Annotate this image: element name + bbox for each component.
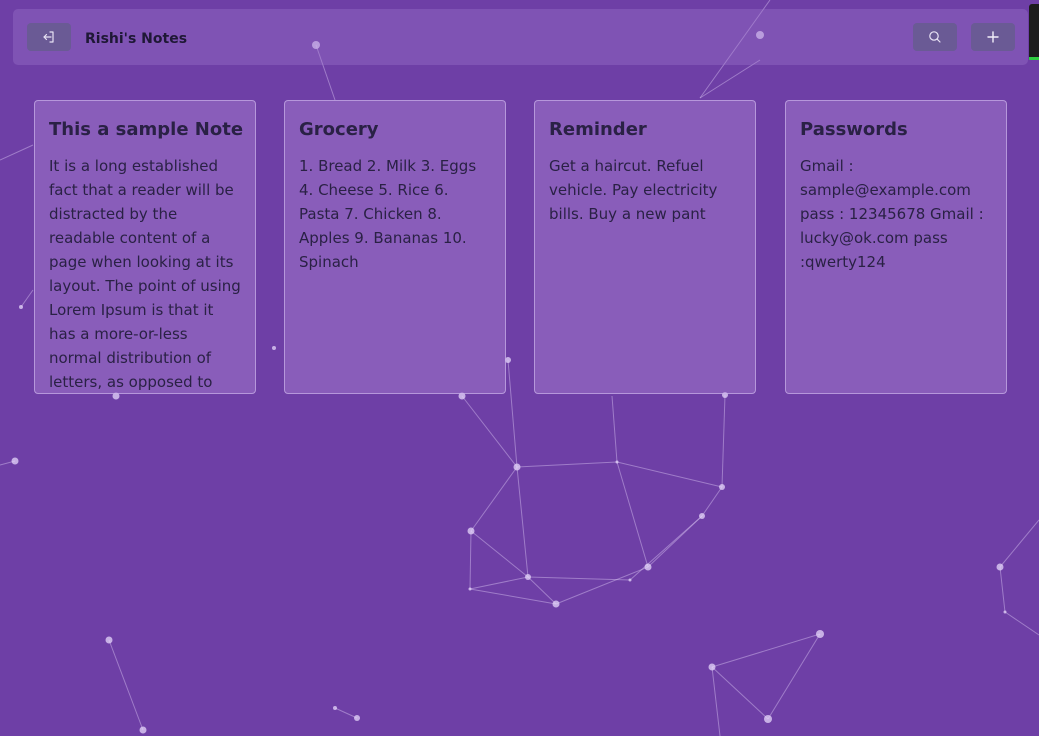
top-bar: Rishi's Notes bbox=[13, 9, 1028, 65]
note-title: Grocery bbox=[299, 119, 379, 140]
note-card[interactable]: Passwords Gmail : sample@example.com pas… bbox=[785, 100, 1007, 394]
note-card[interactable]: This a sample Note It is a long establis… bbox=[34, 100, 256, 394]
note-title: This a sample Note bbox=[49, 119, 244, 140]
note-body: It is a long established fact that a rea… bbox=[49, 157, 241, 391]
note-card[interactable]: Grocery 1. Bread 2. Milk 3. Eggs 4. Chee… bbox=[284, 100, 506, 394]
note-body: 1. Bread 2. Milk 3. Eggs 4. Cheese 5. Ri… bbox=[299, 157, 477, 271]
note-card[interactable]: Reminder Get a haircut. Refuel vehicle. … bbox=[534, 100, 756, 394]
add-note-button[interactable] bbox=[971, 23, 1015, 51]
note-title: Reminder bbox=[549, 119, 647, 140]
window-edge-strip bbox=[1029, 4, 1039, 60]
plus-icon bbox=[986, 30, 1000, 44]
edge-indicator bbox=[1029, 57, 1039, 60]
search-icon bbox=[928, 30, 942, 44]
search-button[interactable] bbox=[913, 23, 957, 51]
logout-arrow-icon bbox=[41, 29, 57, 45]
note-body: Gmail : sample@example.com pass : 123456… bbox=[800, 157, 984, 271]
logout-button[interactable] bbox=[27, 23, 71, 51]
note-body: Get a haircut. Refuel vehicle. Pay elect… bbox=[549, 157, 718, 223]
note-title: Passwords bbox=[800, 119, 908, 140]
app-title: Rishi's Notes bbox=[85, 31, 188, 47]
